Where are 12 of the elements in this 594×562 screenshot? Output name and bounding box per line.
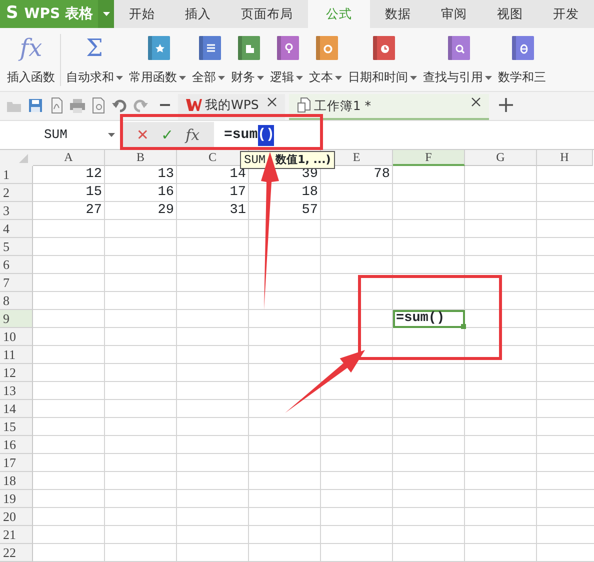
table-cell-text: 31 [228,202,247,220]
table-cell-text: 13 [156,166,175,184]
table-cell-text: 78 [372,166,391,184]
table-cell-text: 27 [84,202,103,220]
table-cell-text: 29 [156,202,175,220]
table-cell-text: 15 [84,184,103,202]
table-cell-text: 12 [84,166,103,184]
table-cell-text: 57 [300,202,319,220]
table-cell-text: 18 [300,184,319,202]
table-cell-text: 16 [156,184,175,202]
table-cell-text: 14 [228,166,247,184]
table-cell-text: 17 [228,184,247,202]
